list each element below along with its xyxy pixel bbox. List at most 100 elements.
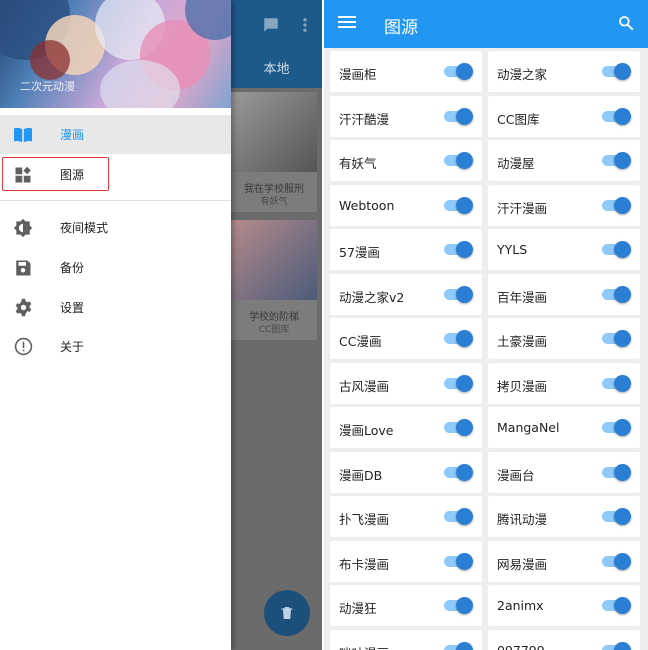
source-name: 57漫画: [339, 245, 380, 260]
source-tile[interactable]: YYLS: [488, 229, 640, 270]
source-tile[interactable]: 动漫屋: [488, 140, 640, 181]
source-tile[interactable]: 网易漫画: [488, 540, 640, 582]
page-title: 图源: [384, 18, 418, 38]
source-toggle-switch[interactable]: [602, 285, 631, 303]
source-tile[interactable]: 腾讯动漫: [488, 496, 640, 537]
source-toggle-switch[interactable]: [602, 63, 631, 80]
source-tile[interactable]: 动漫之家: [488, 51, 640, 92]
drawer-header-caption: 二次元动漫: [20, 80, 75, 93]
tab-local: 本地: [263, 62, 290, 77]
source-name: 动漫狂: [339, 601, 377, 616]
source-name: Webtoon: [339, 197, 395, 213]
source-tile[interactable]: 097799: [488, 629, 640, 650]
drawer-item-comics[interactable]: 漫画: [0, 115, 231, 154]
source-toggle-switch[interactable]: [444, 330, 473, 347]
drawer-item-backup[interactable]: 备份: [0, 248, 231, 287]
source-toggle-switch[interactable]: [602, 330, 631, 347]
source-toggle-switch[interactable]: [444, 463, 473, 481]
source-tile[interactable]: 汗汗漫画: [488, 184, 640, 226]
source-toggle-switch[interactable]: [602, 641, 631, 650]
source-name: 漫画DB: [339, 467, 383, 483]
right-screen: 图源 漫画柜 动漫之家汗汗酷漫 CC图库 有妖气 动漫屋 Webtoon 汗汗漫画 57漫画 Y…: [324, 0, 648, 650]
source-tile[interactable]: 有妖气: [330, 140, 482, 181]
source-tile[interactable]: 古风漫画: [330, 362, 482, 404]
source-name: 百年漫画: [497, 289, 548, 305]
source-tile[interactable]: 漫画柜: [330, 51, 482, 92]
source-name: 动漫之家v2: [339, 289, 405, 305]
source-toggle-switch[interactable]: [602, 597, 631, 614]
source-toggle-switch[interactable]: [444, 152, 473, 169]
source-toggle-switch[interactable]: [602, 552, 631, 570]
source-name: 漫画台: [497, 467, 535, 483]
source-tile[interactable]: 百年漫画: [488, 273, 640, 315]
source-tile[interactable]: 汗汗酷漫: [330, 95, 482, 137]
source-tile[interactable]: 漫画Love: [330, 407, 482, 448]
source-toggle-switch[interactable]: [602, 374, 631, 392]
source-tile[interactable]: Webtoon: [330, 184, 482, 226]
source-toggle-switch[interactable]: [602, 196, 631, 214]
source-name: 网易漫画: [497, 556, 548, 572]
comic-cover: [231, 92, 317, 172]
gear-icon: [13, 298, 33, 318]
left-screen: 本地 我在学校服刑 有妖气 学校的阶梯 CC图库 二次元动漫 漫画 图源 夜间模…: [0, 0, 322, 650]
comic-title: 学校的阶梯: [249, 312, 299, 323]
source-tile[interactable]: 土豪漫画: [488, 318, 640, 359]
source-tile[interactable]: CC图库: [488, 95, 640, 137]
drawer-item-label: 设置: [60, 301, 85, 315]
hamburger-icon[interactable]: [338, 14, 358, 34]
source-toggle-switch[interactable]: [444, 419, 473, 436]
comic-cover: [231, 220, 317, 300]
source-tile[interactable]: CC漫画: [330, 318, 482, 359]
drawer-divider: [0, 200, 231, 201]
drawer-item-about[interactable]: 关于: [0, 327, 231, 366]
source-name: 古风漫画: [339, 378, 390, 394]
source-toggle-switch[interactable]: [444, 63, 473, 80]
source-toggle-switch[interactable]: [444, 597, 473, 614]
drawer-header-image: 二次元动漫: [0, 0, 231, 108]
source-name: 土豪漫画: [497, 334, 548, 349]
source-tile[interactable]: MangaNel: [488, 407, 640, 448]
source-name: 漫画柜: [339, 67, 377, 82]
source-name: 2animx: [497, 598, 544, 613]
drawer-item-night-mode[interactable]: 夜间模式: [0, 208, 231, 247]
source-tile[interactable]: 拷贝漫画: [488, 362, 640, 404]
app-bar: 图源: [324, 0, 648, 48]
navigation-drawer: 二次元动漫 漫画 图源 夜间模式 备份 设置 关于: [0, 0, 231, 650]
comic-card: 学校的阶梯 CC图库: [231, 220, 317, 340]
drawer-item-settings[interactable]: 设置: [0, 288, 231, 327]
source-toggle-switch[interactable]: [444, 285, 473, 303]
source-toggle-switch[interactable]: [444, 241, 473, 258]
source-tile[interactable]: 漫画台: [488, 451, 640, 493]
drawer-item-label: 夜间模式: [60, 221, 109, 235]
source-toggle-switch[interactable]: [602, 241, 631, 258]
comic-source: 有妖气: [260, 197, 288, 207]
source-toggle-switch[interactable]: [602, 419, 631, 436]
source-toggle-switch[interactable]: [602, 152, 631, 169]
source-toggle-switch[interactable]: [602, 463, 631, 481]
source-toggle-switch[interactable]: [444, 552, 473, 570]
source-toggle-switch[interactable]: [444, 107, 473, 125]
source-name: 咪咕漫画: [339, 643, 389, 650]
source-tile[interactable]: 57漫画: [330, 229, 482, 270]
source-toggle-switch[interactable]: [444, 196, 473, 214]
trash-icon: [281, 607, 293, 619]
source-tile[interactable]: 2animx: [488, 585, 640, 626]
source-toggle-switch[interactable]: [444, 508, 473, 525]
source-name: 汗汗酷漫: [339, 111, 390, 127]
highlight-annotation-box: [2, 157, 109, 191]
drawer-item-label: 备份: [60, 261, 85, 275]
source-toggle-switch[interactable]: [602, 107, 631, 125]
source-name: 扑飞漫画: [339, 512, 390, 527]
source-tile[interactable]: 动漫狂: [330, 585, 482, 626]
source-tile[interactable]: 漫画DB: [330, 451, 482, 493]
source-tile[interactable]: 咪咕漫画: [330, 629, 482, 650]
source-tile[interactable]: 动漫之家v2: [330, 273, 482, 315]
brightness-icon: [13, 218, 33, 238]
drawer-item-label: 漫画: [60, 128, 85, 142]
source-toggle-switch[interactable]: [444, 641, 473, 650]
source-tile[interactable]: 布卡漫画: [330, 540, 482, 582]
source-toggle-switch[interactable]: [602, 508, 631, 525]
source-tile[interactable]: 扑飞漫画: [330, 496, 482, 537]
search-icon[interactable]: [618, 15, 636, 33]
source-toggle-switch[interactable]: [444, 374, 473, 392]
